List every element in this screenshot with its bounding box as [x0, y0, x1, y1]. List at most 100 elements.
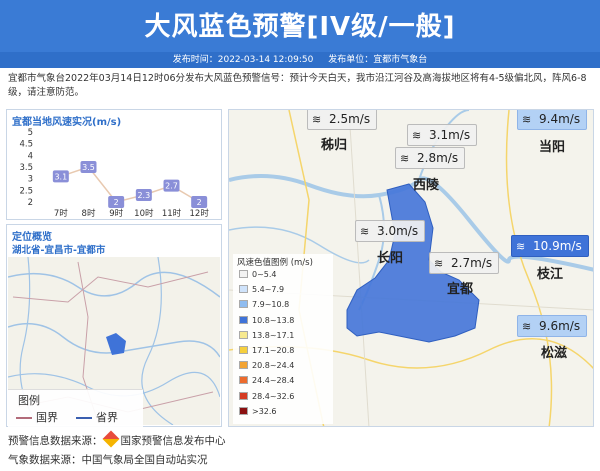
wind-value: 2.7m/s: [451, 256, 493, 270]
wind-icon: ≋: [522, 113, 532, 126]
publish-info-bar: 发布时间：2022-03-14 12:09:50 发布单位：宜都市气象台: [0, 52, 600, 68]
speed-legend-swatch: [239, 376, 248, 385]
speed-legend-swatch: [239, 315, 248, 324]
wind-speed-legend: 风速色值图例 (m/s) 0~5.4 5.4~7.9 7.9~10.8 10.8~13…: [233, 254, 333, 424]
city-songzi: 松滋: [541, 346, 568, 361]
x-tick-label: 10时: [134, 208, 154, 219]
y-tick-label: 4: [28, 151, 33, 161]
x-tick-label: 9时: [109, 208, 123, 219]
publisher: 发布单位：宜都市气象台: [328, 55, 428, 65]
y-tick-label: 3: [28, 175, 33, 185]
y-tick-label: 3.5: [19, 163, 33, 173]
wind-label-2[interactable]: ≋ 3.1m/s: [407, 124, 478, 146]
speed-legend-label: 20.8~24.4: [252, 361, 295, 371]
legend-national-border: 国界: [16, 409, 58, 425]
x-tick-label: 8时: [82, 208, 96, 219]
wind-label-3[interactable]: ≋ 2.8m/s: [395, 147, 466, 169]
speed-legend-label: 0~5.4: [252, 270, 277, 279]
speed-legend-item: 10.8~13.8: [239, 315, 294, 326]
wind-value: 9.4m/s: [539, 112, 581, 126]
data-label: 2: [114, 198, 119, 207]
speed-legend-swatch: [239, 270, 248, 278]
data-label: 2.3: [137, 191, 150, 200]
provincial-border-swatch: [76, 417, 92, 419]
x-tick-label: 7时: [54, 208, 68, 219]
speed-legend-swatch: [239, 300, 248, 309]
city-dangyang: 当阳: [539, 140, 566, 155]
wind-label-6[interactable]: ≋ 2.7m/s: [429, 252, 500, 274]
warning-description: 宜都市气象台2022年03月14日12时06分发布大风蓝色预警信号：预计今天白天…: [8, 73, 587, 98]
speed-legend-item: 17.1~20.8: [239, 345, 294, 356]
warning-source-prefix: 预警信息数据来源：: [8, 435, 103, 447]
locate-title: 定位概览: [12, 232, 52, 243]
wind-label-1[interactable]: ≋ 2.5m/s: [307, 110, 378, 130]
publish-time: 发布时间：2022-03-14 12:09:50: [172, 55, 314, 65]
wind-label-4[interactable]: ≋ 9.4m/s: [517, 110, 588, 130]
wind-value: 2.5m/s: [329, 112, 371, 126]
speed-legend-swatch: [239, 346, 248, 354]
y-tick-label: 4.5: [19, 140, 33, 150]
legend-title: 图例: [18, 394, 40, 407]
speed-legend-label: 10.8~13.8: [252, 315, 295, 325]
y-tick-label: 2: [28, 198, 33, 208]
speed-legend-item: >32.6: [239, 406, 277, 417]
speed-legend-item: 20.8~24.4: [239, 360, 294, 371]
wind-label-8[interactable]: ≋ 9.6m/s: [517, 315, 588, 337]
city-yidu: 宜都: [447, 282, 474, 297]
wind-icon: ≋: [360, 225, 370, 238]
y-tick-label: 2.5: [19, 186, 33, 196]
header-banner: 大风蓝色预警[IV级/一般]: [0, 0, 600, 52]
speed-legend-label: 17.1~20.8: [252, 346, 295, 355]
speed-legend-item: 13.8~17.1: [239, 330, 294, 341]
data-label: 3.1: [54, 172, 67, 181]
data-label: 2: [197, 198, 202, 207]
wind-value: 9.6m/s: [539, 319, 581, 333]
y-tick-label: 5: [28, 128, 33, 138]
data-label: 3.5: [82, 163, 95, 172]
x-tick-label: 12时: [190, 208, 210, 219]
x-tick-label: 11时: [162, 208, 182, 219]
nmc-logo-icon: [102, 430, 119, 448]
speed-legend-item: 28.4~32.6: [239, 391, 294, 402]
legend-provincial-border: 省界: [76, 409, 118, 425]
speed-legend-item: 5.4~7.9: [239, 284, 284, 295]
speed-legend-title: 风速色值图例 (m/s): [237, 258, 313, 268]
speed-legend-swatch: [239, 330, 248, 339]
speed-legend-swatch: [239, 361, 248, 370]
locate-region: 湖北省-宜昌市-宜都市: [12, 245, 106, 256]
warning-source: 预警信息数据来源： 国家预警信息发布中心: [8, 430, 226, 448]
legend-national-label: 国界: [36, 411, 58, 424]
wind-icon: ≋: [400, 152, 410, 165]
wind-value: 2.8m/s: [417, 151, 459, 165]
city-zigui: 秭归: [321, 138, 348, 153]
speed-legend-swatch: [239, 406, 248, 415]
speed-legend-label: 28.4~32.6: [252, 391, 295, 401]
speed-legend-swatch: [239, 391, 248, 400]
warning-source-name[interactable]: 国家预警信息发布中心: [121, 435, 226, 447]
city-xiling: 西陵: [413, 178, 440, 193]
weather-data-source: 气象数据来源：中国气象局全国自动站实况: [8, 454, 208, 466]
wind-value: 10.9m/s: [533, 239, 582, 253]
speed-legend-label: 13.8~17.1: [252, 330, 295, 340]
wind-value: 3.1m/s: [429, 128, 471, 142]
wind-map[interactable]: ≋ 2.5m/s ≋ 3.1m/s ≋ 2.8m/s ≋ 9.4m/s ≋ 3.0m/s …: [228, 109, 594, 427]
map-legend: 图例 国界 省界: [8, 389, 143, 427]
wind-speed-chart: 5 4.54 3.5 32.5 2 7时 8时 9时 10时 11时 12时 3.1 3.5 2 2.3 2.…: [19, 128, 210, 219]
wind-icon: ≋: [522, 320, 532, 333]
speed-legend-label: 5.4~7.9: [252, 285, 285, 295]
city-zhijiang: 枝江: [537, 267, 564, 282]
location-overview-panel: 定位概览 湖北省-宜昌市-宜都市 图例 国界 省界: [6, 224, 222, 427]
wind-label-5[interactable]: ≋ 3.0m/s: [355, 220, 426, 242]
warning-title: 大风蓝色预警[IV级/一般]: [144, 12, 456, 42]
speed-legend-label: 7.9~10.8: [252, 300, 290, 310]
legend-provincial-label: 省界: [96, 411, 118, 424]
speed-legend-item: 7.9~10.8: [239, 299, 289, 310]
speed-legend-label: >32.6: [252, 406, 277, 416]
wind-label-7[interactable]: ≋ 10.9m/s: [511, 235, 589, 257]
speed-legend-item: 0~5.4: [239, 269, 277, 280]
speed-legend-label: 24.4~28.4: [252, 376, 295, 386]
wind-icon: ≋: [516, 240, 526, 253]
data-label: 2.7: [165, 182, 178, 191]
city-changyang: 长阳: [377, 251, 404, 266]
speed-legend-swatch: [239, 285, 248, 294]
